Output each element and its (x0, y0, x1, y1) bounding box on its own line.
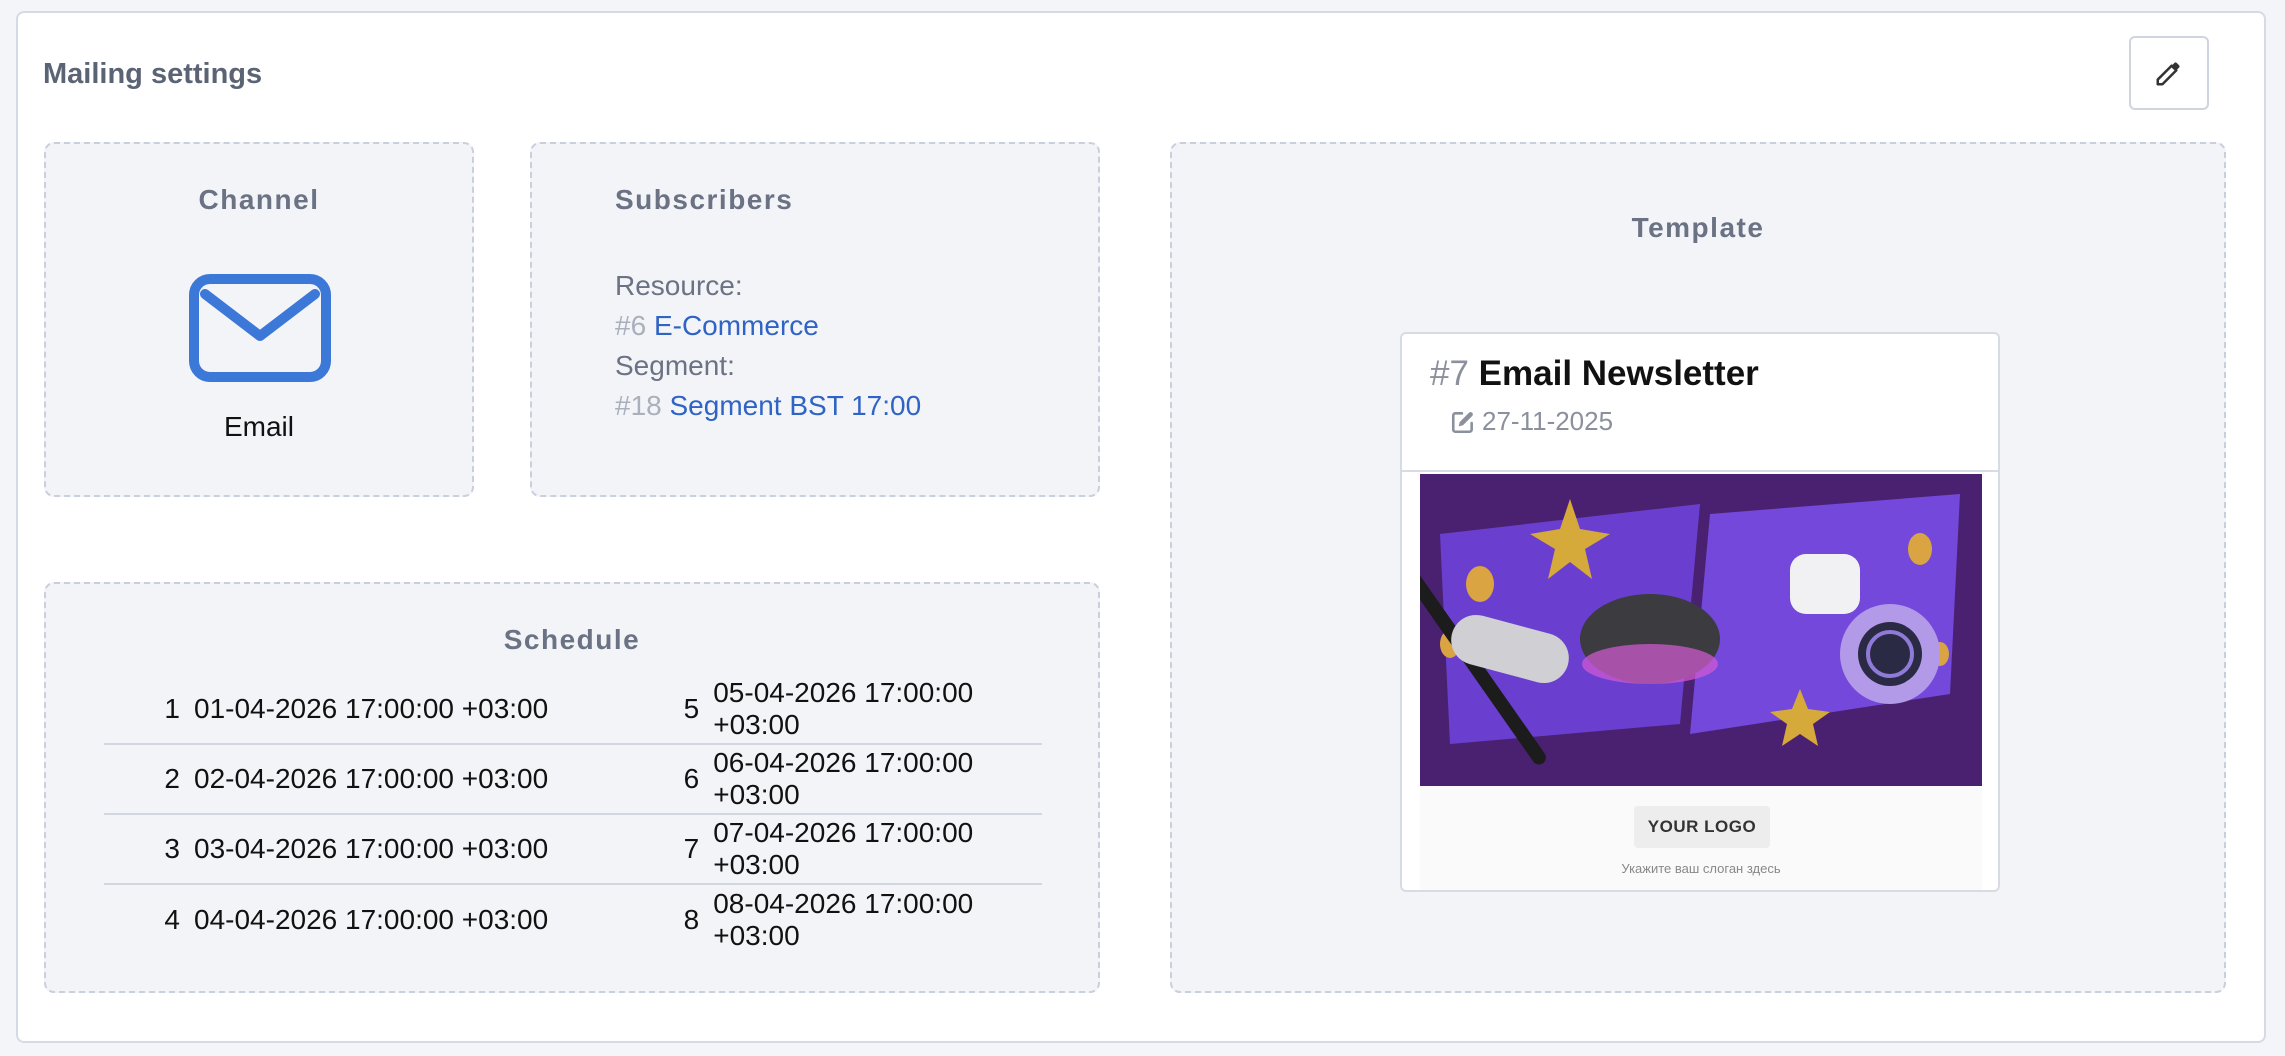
slogan-text: Укажите ваш слоган здесь (1621, 861, 1781, 876)
schedule-cell: 8 08-04-2026 17:00:00 +03:00 (573, 888, 1042, 952)
schedule-date: 08-04-2026 17:00:00 +03:00 (713, 888, 974, 951)
edit-date-icon (1451, 411, 1473, 433)
template-card-header: #7 Email Newsletter 27-11-2025 (1402, 334, 1998, 472)
subscribers-panel: Subscribers Resource: #6 E-Commerce Segm… (530, 142, 1100, 497)
schedule-cell: 2 02-04-2026 17:00:00 +03:00 (104, 763, 573, 795)
segment-label: Segment: (615, 350, 735, 381)
resource-id: #6 (615, 310, 647, 341)
schedule-cell: 3 03-04-2026 17:00:00 +03:00 (104, 833, 573, 865)
schedule-date: 05-04-2026 17:00:00 +03:00 (713, 677, 974, 740)
schedule-number: 6 (683, 763, 700, 794)
schedule-cell: 6 06-04-2026 17:00:00 +03:00 (573, 747, 1042, 811)
channel-panel: Channel Email (44, 142, 474, 497)
schedule-date: 06-04-2026 17:00:00 +03:00 (713, 747, 974, 810)
schedule-cell: 7 07-04-2026 17:00:00 +03:00 (573, 817, 1042, 881)
resource-line: #6 E-Commerce (615, 306, 921, 346)
template-id: #7 (1430, 354, 1469, 393)
schedule-number: 3 (164, 833, 180, 864)
template-preview-footer: YOUR LOGO Укажите ваш слоган здесь (1420, 786, 1982, 890)
schedule-date: 04-04-2026 17:00:00 +03:00 (194, 904, 549, 935)
resource-link[interactable]: E-Commerce (654, 310, 819, 341)
template-date-text: 27-11-2025 (1482, 406, 1614, 436)
page-title: Mailing settings (43, 58, 263, 90)
table-row: 2 02-04-2026 17:00:00 +03:00 6 06-04-202… (104, 745, 1042, 815)
edit-button[interactable] (2129, 36, 2209, 110)
resource-label: Resource: (615, 270, 743, 301)
channel-title: Channel (198, 184, 320, 215)
logo-placeholder: YOUR LOGO (1634, 806, 1770, 848)
table-row: 4 04-04-2026 17:00:00 +03:00 8 08-04-202… (104, 885, 1042, 955)
schedule-panel: Schedule 1 01-04-2026 17:00:00 +03:00 5 … (44, 582, 1100, 993)
table-row: 1 01-04-2026 17:00:00 +03:00 5 05-04-202… (104, 675, 1042, 745)
schedule-date: 07-04-2026 17:00:00 +03:00 (713, 817, 974, 880)
template-date: 27-11-2025 (1450, 406, 1613, 437)
schedule-cell: 1 01-04-2026 17:00:00 +03:00 (104, 693, 573, 725)
template-preview-image (1420, 474, 1982, 786)
segment-link[interactable]: Segment BST 17:00 (670, 390, 922, 421)
channel-name: Email (223, 411, 294, 442)
schedule-date: 02-04-2026 17:00:00 +03:00 (194, 763, 549, 794)
schedule-cell: 4 04-04-2026 17:00:00 +03:00 (104, 904, 573, 936)
table-row: 3 03-04-2026 17:00:00 +03:00 7 07-04-202… (104, 815, 1042, 885)
template-name-text: Email Newsletter (1478, 354, 1759, 393)
schedule-number: 1 (164, 693, 180, 724)
segment-id: #18 (615, 390, 662, 421)
subscribers-details: Resource: #6 E-Commerce Segment: #18 Seg… (615, 266, 921, 426)
template-card[interactable]: #7 Email Newsletter 27-11-2025 YOUR LOGO… (1400, 332, 2000, 892)
segment-line: #18 Segment BST 17:00 (615, 386, 921, 426)
newsletter-banner-graphic (1420, 474, 1982, 786)
subscribers-title: Subscribers (615, 184, 794, 215)
schedule-number: 5 (683, 693, 700, 724)
schedule-number: 4 (164, 904, 180, 935)
schedule-cell: 5 05-04-2026 17:00:00 +03:00 (573, 677, 1042, 741)
schedule-number: 7 (683, 833, 700, 864)
schedule-date: 03-04-2026 17:00:00 +03:00 (194, 833, 549, 864)
template-name: #7 Email Newsletter (1430, 354, 1759, 394)
envelope-icon (189, 274, 331, 382)
schedule-table: 1 01-04-2026 17:00:00 +03:00 5 05-04-202… (104, 675, 1042, 955)
schedule-date: 01-04-2026 17:00:00 +03:00 (194, 693, 549, 724)
schedule-title: Schedule (503, 624, 641, 655)
pencil-icon (2156, 62, 2180, 86)
schedule-number: 8 (683, 904, 700, 935)
template-title: Template (1631, 212, 1765, 243)
schedule-number: 2 (164, 763, 180, 794)
